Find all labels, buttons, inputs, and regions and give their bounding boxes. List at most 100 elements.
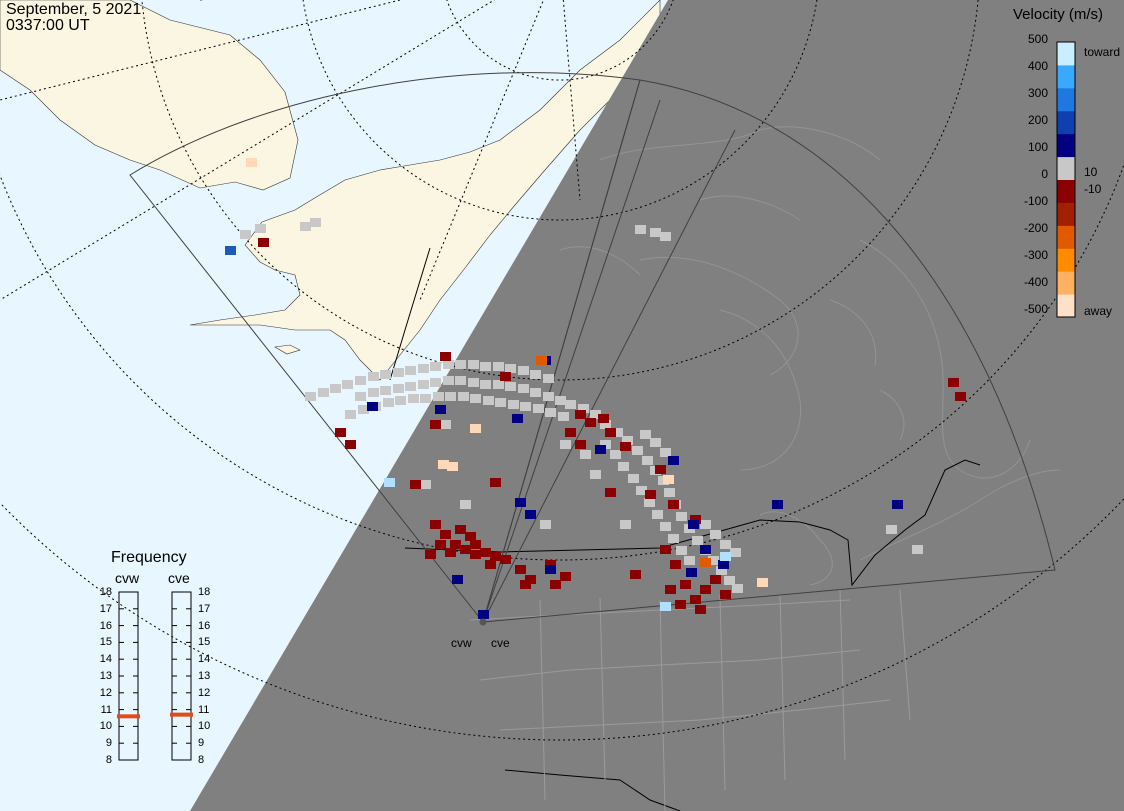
- scatter-cell: [443, 360, 454, 369]
- scatter-cell: [684, 556, 695, 565]
- scatter-cell: [543, 374, 554, 383]
- colorbar-tick-label: -300: [1023, 248, 1048, 262]
- velocity-colorbar: [1056, 41, 1076, 318]
- colorbar-swatch: [1057, 294, 1075, 318]
- frequency-scale-label: 18: [198, 586, 211, 598]
- scatter-cell: [418, 380, 429, 389]
- scatter-cell: [670, 560, 681, 569]
- scatter-cell: [355, 376, 366, 385]
- scatter-cell: [470, 424, 481, 433]
- scatter-cell: [700, 558, 711, 567]
- scatter-cell: [545, 408, 556, 417]
- scatter-cell: [718, 560, 729, 569]
- scatter-cell: [732, 584, 743, 593]
- scatter-cell: [225, 246, 236, 255]
- colorbar-swatch: [1057, 225, 1075, 249]
- scatter-cell: [405, 366, 416, 375]
- scatter-cell: [430, 520, 441, 529]
- scatter-cell: [480, 380, 491, 389]
- scatter-cell: [680, 580, 691, 589]
- scatter-cell: [310, 218, 321, 227]
- scatter-cell: [410, 480, 421, 489]
- scatter-cell: [505, 364, 516, 373]
- scatter-cell: [430, 362, 441, 371]
- scatter-cell: [430, 420, 441, 429]
- scatter-cell: [470, 540, 481, 549]
- scatter-cell: [536, 356, 547, 365]
- scatter-cell: [628, 474, 639, 483]
- scatter-cell: [393, 384, 404, 393]
- scatter-cell: [555, 396, 566, 405]
- scatter-cell: [433, 392, 444, 401]
- scatter-cell: [435, 540, 446, 549]
- scatter-cell: [660, 522, 671, 531]
- scatter-cell: [515, 565, 526, 574]
- colorbar-swatch: [1057, 156, 1075, 180]
- scatter-cell: [675, 600, 686, 609]
- scatter-cell: [652, 510, 663, 519]
- scatter-cell: [664, 488, 675, 497]
- colorbar-swatch: [1057, 248, 1075, 272]
- colorbar-tick-label: 100: [1027, 140, 1048, 154]
- scatter-cell: [443, 376, 454, 385]
- scatter-cell: [700, 520, 711, 529]
- scatter-cell: [483, 396, 494, 405]
- scatter-cell: [455, 360, 466, 369]
- scatter-cell: [445, 392, 456, 401]
- colorbar-tick-label: -500: [1023, 302, 1048, 316]
- scatter-cell: [530, 388, 541, 397]
- scatter-cell: [440, 420, 451, 429]
- scatter-cell: [395, 396, 406, 405]
- scatter-cell: [515, 498, 526, 507]
- date-label: September, 5 2021: [6, 1, 142, 18]
- frequency-scale-label: 11: [100, 703, 112, 716]
- scatter-cell: [520, 402, 531, 411]
- scatter-cell: [660, 602, 671, 611]
- frequency-scale-label: 8: [198, 754, 205, 766]
- scatter-cell: [530, 370, 541, 379]
- scatter-cell: [605, 488, 616, 497]
- scatter-cell: [470, 550, 481, 559]
- scatter-cell: [676, 512, 687, 521]
- scatter-cell: [408, 394, 419, 403]
- scatter-cell: [520, 580, 531, 589]
- night-terminator: [190, 0, 1124, 811]
- radar-label-cvw: cvw: [451, 636, 472, 650]
- scatter-cell: [558, 412, 569, 421]
- colorbar-swatch: [1057, 87, 1075, 112]
- scatter-cell: [730, 548, 741, 557]
- scatter-cell: [575, 410, 586, 419]
- scatter-cell: [450, 540, 461, 549]
- scatter-cell: [655, 465, 666, 474]
- colorbar-tick-label: 300: [1027, 86, 1048, 100]
- scatter-cell: [490, 552, 501, 561]
- frequency-scale-label: 10: [198, 720, 211, 733]
- scatter-cell: [345, 440, 356, 449]
- scatter-cell: [575, 440, 586, 449]
- scatter-cell: [258, 238, 269, 247]
- scatter-cell: [533, 404, 544, 413]
- scatter-cell: [692, 536, 703, 545]
- frequency-scale-label: 14: [198, 653, 211, 666]
- scatter-cell: [650, 438, 661, 447]
- scatter-cell: [255, 224, 266, 233]
- scatter-cell: [430, 378, 441, 387]
- frequency-scale-label: 9: [198, 737, 205, 750]
- map-figure: September, 5 2021 0337:00 UT Velocity (m…: [0, 0, 1124, 811]
- scatter-cell: [495, 398, 506, 407]
- scatter-cell: [642, 456, 653, 465]
- frequency-scale-label: 17: [198, 602, 211, 615]
- scatter-cell: [420, 394, 431, 403]
- scatter-cell: [420, 480, 431, 489]
- scatter-cell: [590, 470, 601, 479]
- scatter-cell: [660, 232, 671, 241]
- scatter-cell: [676, 546, 687, 555]
- frequency-scale-label: 12: [99, 686, 112, 699]
- scatter-cell: [480, 548, 491, 557]
- colorbar-swatch: [1057, 64, 1075, 89]
- time-label: 0337:00 UT: [6, 17, 90, 34]
- frequency-scale-label: 13: [99, 670, 112, 682]
- scatter-cell: [468, 378, 479, 387]
- scatter-cell: [383, 398, 394, 407]
- scatter-cell: [724, 576, 735, 585]
